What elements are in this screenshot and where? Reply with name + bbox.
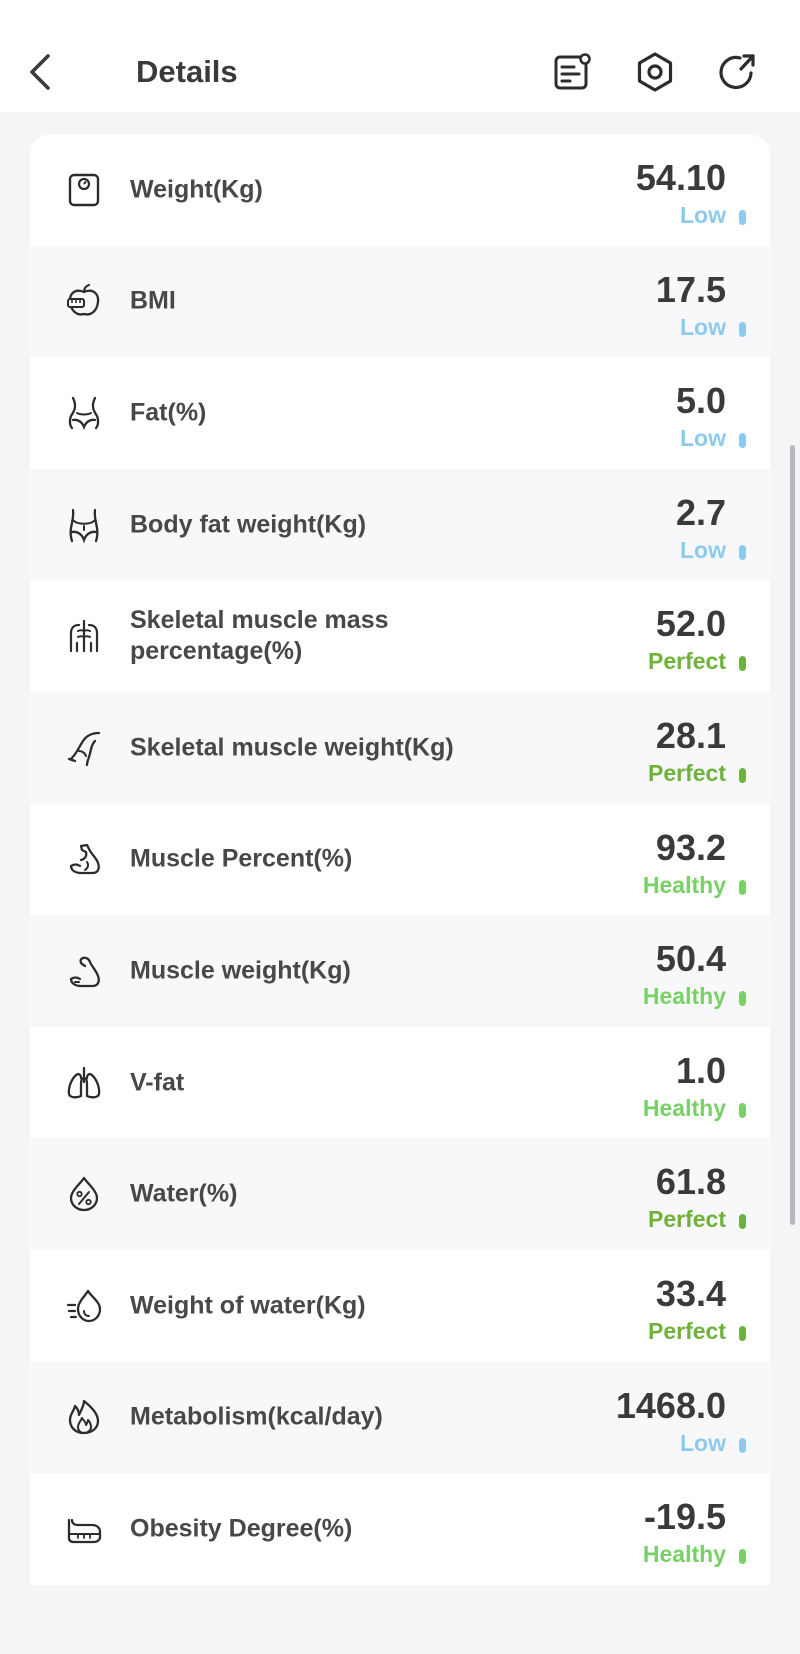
metric-value: 61.8 [655, 1161, 726, 1203]
status-text: Healthy [642, 983, 726, 1010]
metric-label: Metabolism(kcal/day) [130, 1402, 383, 1431]
metric-value: 5.0 [675, 380, 726, 422]
apple-tape-icon [64, 281, 104, 321]
status-indicator [739, 879, 746, 895]
status-text: Healthy [642, 1541, 726, 1568]
metric-label: Muscle weight(Kg) [130, 956, 351, 985]
arm-muscle-icon [64, 951, 104, 991]
status-text: Healthy [642, 1094, 726, 1121]
waist-icon [64, 393, 104, 433]
belly-icon [64, 1509, 104, 1549]
bicep-icon [64, 839, 104, 879]
status-indicator [739, 1102, 746, 1118]
status-text: Perfect [648, 1206, 726, 1233]
metric-value: 50.4 [655, 938, 726, 980]
metric-value: 33.4 [655, 1272, 726, 1314]
metric-row-bmi[interactable]: BMI 17.5 Low [30, 245, 770, 358]
status-text: Perfect [648, 759, 726, 786]
metric-label: V-fat [130, 1068, 185, 1097]
metric-row-body-fat-weight[interactable]: Body fat weight(Kg) 2.7 Low [30, 468, 770, 581]
metric-row-metabolism[interactable]: Metabolism(kcal/day) 1468.0 Low [30, 1361, 770, 1474]
metric-value: 28.1 [655, 714, 726, 756]
status-indicator [739, 321, 746, 337]
water-percent-icon [64, 1174, 104, 1214]
metric-row-skeletal-muscle-weight[interactable]: Skeletal muscle weight(Kg) 28.1 Perfect [30, 691, 770, 804]
metric-row-muscle-weight[interactable]: Muscle weight(Kg) 50.4 Healthy [30, 915, 770, 1027]
back-button[interactable] [22, 50, 58, 94]
flame-icon [64, 1397, 104, 1437]
metric-label: Skeletal muscle weight(Kg) [130, 733, 454, 762]
status-indicator [739, 210, 746, 225]
status-indicator [739, 1214, 746, 1230]
status-text: Low [680, 536, 726, 563]
status-indicator [739, 1437, 746, 1453]
metric-row-skeletal-muscle-mass[interactable]: Skeletal muscle mass percentage(%) 52.0 … [30, 580, 770, 692]
metric-value: 1.0 [675, 1049, 726, 1091]
status-text: Low [680, 202, 726, 228]
metric-row-muscle-percent[interactable]: Muscle Percent(%) 93.2 Healthy [30, 803, 770, 916]
hexagon-settings-icon [637, 52, 673, 92]
skeleton-icon [64, 616, 104, 656]
metric-label: Weight of water(Kg) [130, 1291, 366, 1320]
status-text: Low [680, 313, 726, 340]
metric-label: Water(%) [130, 1179, 238, 1208]
status-text: Healthy [642, 871, 726, 898]
status-indicator [739, 544, 746, 560]
metric-value: 52.0 [655, 603, 726, 645]
status-indicator [739, 991, 746, 1007]
metric-value: 2.7 [675, 491, 726, 533]
metric-label: Skeletal muscle mass percentage(%) [130, 606, 389, 666]
metric-label: Obesity Degree(%) [130, 1514, 353, 1543]
lungs-icon [64, 1063, 104, 1103]
metric-row-v-fat[interactable]: V-fat 1.0 Healthy [30, 1026, 770, 1139]
top-bar: Details [0, 0, 800, 112]
status-indicator [739, 1325, 746, 1341]
chevron-left-icon [30, 54, 50, 90]
metric-value: 54.10 [635, 157, 726, 198]
water-drop-icon [64, 1286, 104, 1326]
body-fat-icon [64, 505, 104, 545]
metric-label: Body fat weight(Kg) [130, 510, 367, 539]
status-indicator [739, 433, 746, 449]
metric-row-water[interactable]: Water(%) 61.8 Perfect [30, 1138, 770, 1250]
metrics-list: Weight(Kg) 54.10 Low BMI 17.5 Low Fat(%)… [30, 134, 770, 1585]
page-title: Details [136, 54, 238, 89]
vertical-scrollbar[interactable] [790, 445, 795, 1225]
leg-muscle-icon [64, 728, 104, 768]
metric-row-fat[interactable]: Fat(%) 5.0 Low [30, 357, 770, 469]
metric-row-weight-of-water[interactable]: Weight of water(Kg) 33.4 Perfect [30, 1249, 770, 1362]
metric-row-obesity-degree[interactable]: Obesity Degree(%) -19.5 Healthy [30, 1473, 770, 1585]
status-indicator [739, 767, 746, 783]
settings-button[interactable] [631, 48, 679, 96]
share-button[interactable] [714, 48, 762, 96]
status-indicator [739, 656, 746, 672]
metric-label: BMI [130, 286, 176, 315]
metric-label: Weight(Kg) [130, 175, 263, 204]
metric-value: 93.2 [655, 826, 726, 868]
status-text: Perfect [648, 1317, 726, 1344]
metric-row-weight[interactable]: Weight(Kg) 54.10 Low [30, 134, 770, 246]
scale-icon [64, 170, 104, 210]
metric-value: -19.5 [643, 1496, 726, 1538]
metric-label: Fat(%) [130, 398, 207, 427]
report-icon [554, 53, 591, 90]
status-text: Perfect [648, 648, 726, 675]
status-text: Low [680, 1429, 726, 1456]
metric-value: 17.5 [655, 268, 726, 310]
report-button[interactable] [548, 48, 596, 96]
metric-value: 1468.0 [615, 1384, 726, 1426]
status-indicator [739, 1549, 746, 1565]
metric-label: Muscle Percent(%) [130, 844, 353, 873]
status-text: Low [680, 425, 726, 452]
share-arrow-icon [719, 54, 755, 90]
